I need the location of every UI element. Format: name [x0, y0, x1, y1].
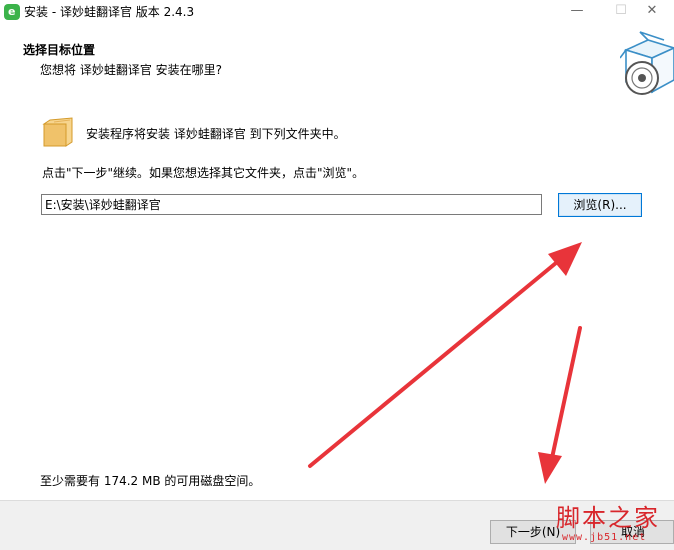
app-logo-icon: e [4, 4, 20, 20]
arrow-to-next-button [538, 326, 582, 484]
instruction-text: 点击"下一步"继续。如果您想选择其它文件夹，点击"浏览"。 [42, 166, 365, 180]
browse-button[interactable]: 浏览(R)... [558, 193, 642, 217]
setup-box-disc-icon [620, 31, 674, 95]
watermark-url: www.jb51.net [562, 532, 647, 543]
wizard-header: 选择目标位置 您想将 译妙蛙翻译官 安装在哪里? [0, 24, 674, 102]
folder-icon [42, 117, 73, 147]
page-subtitle: 您想将 译妙蛙翻译官 安装在哪里? [40, 63, 222, 77]
arrow-to-browse-button [308, 242, 582, 468]
install-path-input[interactable] [41, 194, 542, 215]
close-button[interactable]: ✕ [630, 0, 674, 24]
minimize-button[interactable]: — [555, 0, 599, 24]
page-title: 选择目标位置 [23, 43, 96, 57]
window-title: 安装 - 译妙蛙翻译官 版本 2.4.3 [24, 5, 195, 19]
disk-space-requirement: 至少需要有 174.2 MB 的可用磁盘空间。 [40, 474, 261, 488]
site-watermark: 脚本之家 www.jb51.net [556, 503, 674, 547]
title-bar: e 安装 - 译妙蛙翻译官 版本 2.4.3 — ☐ ✕ [0, 0, 674, 24]
watermark-text: 脚本之家 [556, 504, 660, 532]
install-folder-description: 安装程序将安装 译妙蛙翻译官 到下列文件夹中。 [86, 127, 346, 141]
